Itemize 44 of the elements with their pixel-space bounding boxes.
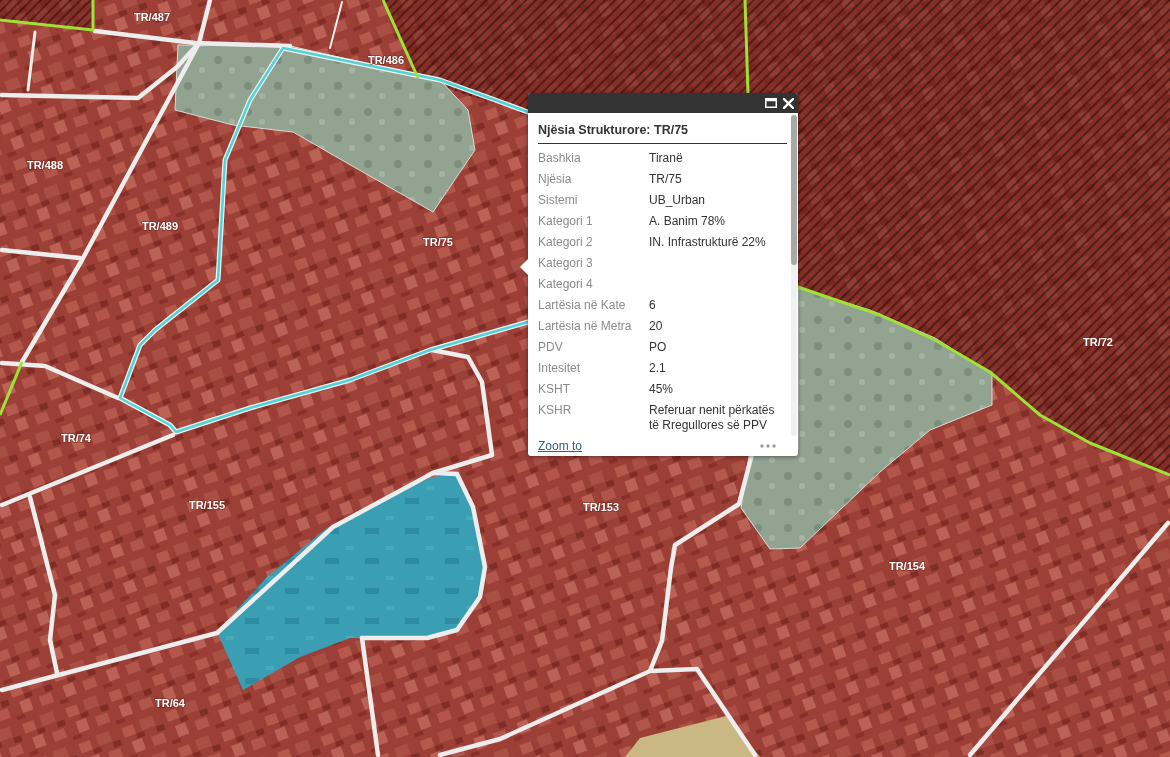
maximize-icon[interactable] bbox=[765, 98, 777, 108]
field-label: Bashkia bbox=[538, 151, 582, 166]
field-value: Tiranë bbox=[649, 151, 684, 166]
field-value: 2.1 bbox=[649, 361, 667, 376]
field-label: Intesitet bbox=[538, 361, 582, 376]
field-value: PO bbox=[649, 340, 668, 355]
zoom-to-link[interactable]: Zoom to bbox=[538, 439, 582, 453]
field-label: KSHT bbox=[538, 382, 571, 397]
field-value: 20 bbox=[649, 319, 664, 334]
close-icon[interactable] bbox=[783, 97, 794, 109]
field-label: Kategori 4 bbox=[538, 277, 594, 292]
zone-label: TR/64 bbox=[155, 697, 185, 709]
zone-label: TR/72 bbox=[1083, 336, 1113, 348]
field-value: TR/75 bbox=[649, 172, 683, 187]
field-value: Referuar nenit përkatës të Rregullores së PPV bbox=[649, 403, 776, 433]
zone-label: TR/489 bbox=[141, 220, 179, 232]
zone-label: TR/487 bbox=[133, 11, 171, 23]
field-label: PDV bbox=[538, 340, 564, 355]
field-label: Njësia bbox=[538, 172, 573, 187]
field-label: Sistemi bbox=[538, 193, 579, 208]
scrollbar-thumb[interactable] bbox=[791, 115, 797, 265]
field-label: Lartësia në Metra bbox=[538, 319, 633, 334]
district-boundary-line bbox=[0, 361, 24, 416]
field-label: Kategori 3 bbox=[538, 256, 594, 271]
field-label: Kategori 1 bbox=[538, 214, 594, 229]
zone-label: TR/486 bbox=[367, 54, 405, 66]
more-icon[interactable] bbox=[760, 444, 776, 448]
popup-title: Njësia Strukturore: TR/75 bbox=[538, 113, 787, 144]
field-value: A. Banim 78% bbox=[649, 214, 727, 229]
field-value: 45% bbox=[649, 382, 675, 397]
field-label: Kategori 2 bbox=[538, 235, 594, 250]
field-value: IN. Infrastrukturë 22% bbox=[649, 235, 767, 250]
zone-label: TR/153 bbox=[582, 501, 620, 513]
zone-label: TR/155 bbox=[188, 499, 226, 511]
zone-label: TR/75 bbox=[423, 236, 453, 248]
zone-label: TR/488 bbox=[26, 159, 64, 171]
boundary-line bbox=[329, 1, 343, 49]
zone-label: TR/154 bbox=[888, 560, 926, 572]
field-label: Lartësia në Kate bbox=[538, 298, 627, 313]
field-value: 6 bbox=[649, 298, 657, 313]
field-value: UB_Urban bbox=[649, 193, 707, 208]
field-label: KSHR bbox=[538, 403, 573, 419]
zone-label: TR/74 bbox=[61, 432, 91, 444]
scrollbar-track[interactable] bbox=[791, 115, 797, 436]
